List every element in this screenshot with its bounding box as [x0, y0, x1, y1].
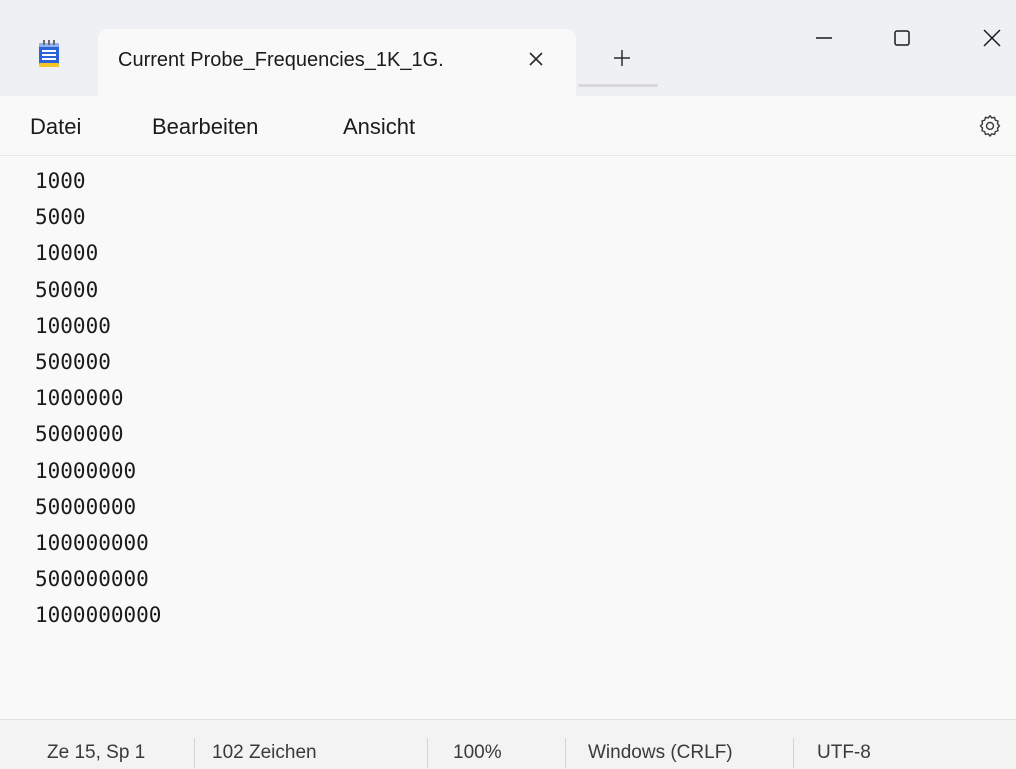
- status-zoom[interactable]: 100%: [453, 742, 502, 764]
- menu-bearbeiten[interactable]: Bearbeiten: [152, 114, 258, 140]
- status-line-ending[interactable]: Windows (CRLF): [588, 742, 733, 764]
- status-divider: [427, 738, 428, 768]
- status-divider: [793, 738, 794, 768]
- text-editor[interactable]: 1000 5000 10000 50000 100000 500000 1000…: [0, 157, 1016, 719]
- minimize-icon: [816, 37, 832, 39]
- new-tab-button[interactable]: [608, 44, 636, 72]
- status-divider: [194, 738, 195, 768]
- menu-bar: Datei Bearbeiten Ansicht: [0, 96, 1016, 156]
- settings-button[interactable]: [974, 110, 1006, 142]
- text-line: 500000: [35, 350, 111, 375]
- status-encoding[interactable]: UTF-8: [817, 742, 871, 764]
- menu-datei[interactable]: Datei: [30, 114, 81, 140]
- notepad-window: Current Probe_Frequencies_1K_1G. Datei B…: [0, 0, 1016, 769]
- status-cursor-position[interactable]: Ze 15, Sp 1: [47, 742, 145, 764]
- gear-icon: [979, 115, 1001, 137]
- notepad-icon: [38, 40, 60, 68]
- close-icon: [983, 29, 1001, 47]
- close-window-button[interactable]: [972, 18, 1012, 58]
- text-line: 1000000: [35, 386, 124, 411]
- text-line: 5000000: [35, 422, 124, 447]
- text-line: 10000000: [35, 458, 137, 483]
- close-icon: [529, 52, 543, 66]
- text-line: 500000000: [35, 567, 149, 592]
- maximize-icon: [894, 30, 910, 46]
- maximize-button[interactable]: [882, 18, 922, 58]
- status-character-count: 102 Zeichen: [212, 742, 317, 763]
- tab-current-file[interactable]: Current Probe_Frequencies_1K_1G.: [98, 29, 576, 96]
- text-line: 1000000000: [35, 603, 162, 628]
- text-line: 100000000: [35, 531, 149, 556]
- close-tab-button[interactable]: [522, 45, 550, 73]
- editor-content: 1000 5000 10000 50000 100000 500000 1000…: [35, 163, 161, 634]
- text-line: 50000: [35, 277, 99, 302]
- text-line: 50000000: [35, 494, 137, 519]
- plus-icon: [614, 50, 630, 66]
- minimize-button[interactable]: [804, 18, 844, 58]
- menu-ansicht[interactable]: Ansicht: [343, 114, 415, 140]
- text-line: 5000: [35, 205, 86, 230]
- text-line: 100000: [35, 313, 111, 338]
- status-divider: [565, 738, 566, 768]
- status-bar: Ze 15, Sp 1 102 Zeichen 100% Windows (CR…: [0, 719, 1016, 769]
- tab-title: Current Probe_Frequencies_1K_1G.: [118, 49, 444, 71]
- title-bar: Current Probe_Frequencies_1K_1G.: [0, 0, 1016, 96]
- text-line: 10000: [35, 241, 99, 266]
- tab-strip-divider: [578, 84, 658, 87]
- text-line: 1000: [35, 169, 86, 193]
